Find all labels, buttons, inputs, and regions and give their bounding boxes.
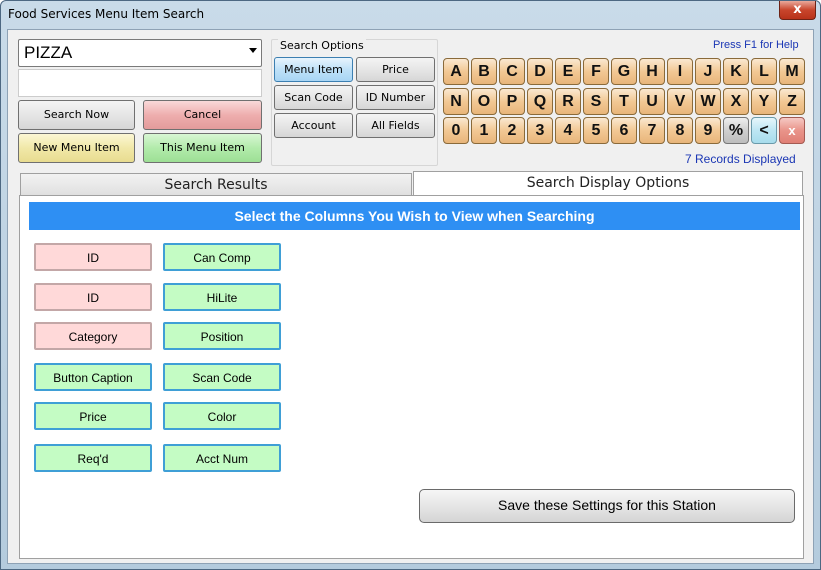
key-s[interactable]: S (583, 88, 609, 115)
key-c[interactable]: C (499, 58, 525, 85)
search-option-price[interactable]: Price (356, 57, 435, 82)
key-j[interactable]: J (695, 58, 721, 85)
search-display-options-panel: Select the Columns You Wish to View when… (19, 195, 804, 559)
column-toggle-hilite[interactable]: HiLite (163, 283, 281, 311)
key-v[interactable]: V (667, 88, 693, 115)
key-1[interactable]: 1 (471, 117, 497, 144)
help-hint: Press F1 for Help (713, 39, 799, 51)
key-h[interactable]: H (639, 58, 665, 85)
close-window-button[interactable]: x (779, 1, 816, 20)
key-w[interactable]: W (695, 88, 721, 115)
client-area: PIZZA Search Now Cancel New Menu Item Th… (7, 29, 814, 564)
key-0[interactable]: 0 (443, 117, 469, 144)
key-x[interactable]: X (723, 88, 749, 115)
column-toggle-id[interactable]: ID (34, 243, 152, 271)
search-combobox[interactable]: PIZZA (18, 39, 262, 67)
column-toggle-id-2[interactable]: ID (34, 283, 152, 311)
key-k[interactable]: K (723, 58, 749, 85)
column-toggle-price[interactable]: Price (34, 402, 152, 430)
key-clear[interactable]: x (779, 117, 805, 144)
close-icon: x (793, 2, 802, 17)
search-text-input[interactable] (18, 69, 262, 97)
title-bar[interactable]: Food Services Menu Item Search x (1, 1, 820, 29)
key-9[interactable]: 9 (695, 117, 721, 144)
search-now-button[interactable]: Search Now (18, 100, 135, 130)
key-i[interactable]: I (667, 58, 693, 85)
column-toggle-scan-code[interactable]: Scan Code (163, 363, 281, 391)
key-q[interactable]: Q (527, 88, 553, 115)
key-o[interactable]: O (471, 88, 497, 115)
records-count: 7 Records Displayed (685, 152, 796, 166)
column-toggle-color[interactable]: Color (163, 402, 281, 430)
key-b[interactable]: B (471, 58, 497, 85)
column-toggle-position[interactable]: Position (163, 322, 281, 350)
search-option-scan-code[interactable]: Scan Code (274, 85, 353, 110)
key-l[interactable]: L (751, 58, 777, 85)
key-d[interactable]: D (527, 58, 553, 85)
key-backspace[interactable]: < (751, 117, 777, 144)
key-2[interactable]: 2 (499, 117, 525, 144)
search-option-menu-item[interactable]: Menu Item (274, 57, 353, 82)
key-5[interactable]: 5 (583, 117, 609, 144)
key-a[interactable]: A (443, 58, 469, 85)
key-8[interactable]: 8 (667, 117, 693, 144)
tab-search-display-options[interactable]: Search Display Options (413, 171, 803, 195)
key-r[interactable]: R (555, 88, 581, 115)
key-u[interactable]: U (639, 88, 665, 115)
search-options-label: Search Options (278, 39, 366, 52)
key-p[interactable]: P (499, 88, 525, 115)
column-toggle-acct-num[interactable]: Acct Num (163, 444, 281, 472)
save-settings-button[interactable]: Save these Settings for this Station (419, 489, 795, 523)
column-toggle-button-caption[interactable]: Button Caption (34, 363, 152, 391)
window-title: Food Services Menu Item Search (8, 7, 205, 21)
search-option-account[interactable]: Account (274, 113, 353, 138)
key-n[interactable]: N (443, 88, 469, 115)
key-6[interactable]: 6 (611, 117, 637, 144)
search-combobox-value: PIZZA (24, 43, 73, 62)
cancel-button[interactable]: Cancel (143, 100, 262, 130)
key-e[interactable]: E (555, 58, 581, 85)
key-f[interactable]: F (583, 58, 609, 85)
key-7[interactable]: 7 (639, 117, 665, 144)
column-toggle-can-comp[interactable]: Can Comp (163, 243, 281, 271)
search-option-all-fields[interactable]: All Fields (356, 113, 435, 138)
this-menu-item-button[interactable]: This Menu Item (143, 133, 262, 163)
search-option-id-number[interactable]: ID Number (356, 85, 435, 110)
key-g[interactable]: G (611, 58, 637, 85)
column-toggle-category[interactable]: Category (34, 322, 152, 350)
key-z[interactable]: Z (779, 88, 805, 115)
key-t[interactable]: T (611, 88, 637, 115)
new-menu-item-button[interactable]: New Menu Item (18, 133, 135, 163)
key-4[interactable]: 4 (555, 117, 581, 144)
key-m[interactable]: M (779, 58, 805, 85)
app-window: Food Services Menu Item Search x PIZZA S… (0, 0, 821, 570)
key-3[interactable]: 3 (527, 117, 553, 144)
column-toggle-reqd[interactable]: Req'd (34, 444, 152, 472)
key-percent[interactable]: % (723, 117, 749, 144)
tab-search-results[interactable]: Search Results (20, 173, 412, 195)
chevron-down-icon[interactable] (249, 48, 257, 53)
key-y[interactable]: Y (751, 88, 777, 115)
panel-heading: Select the Columns You Wish to View when… (29, 202, 800, 230)
